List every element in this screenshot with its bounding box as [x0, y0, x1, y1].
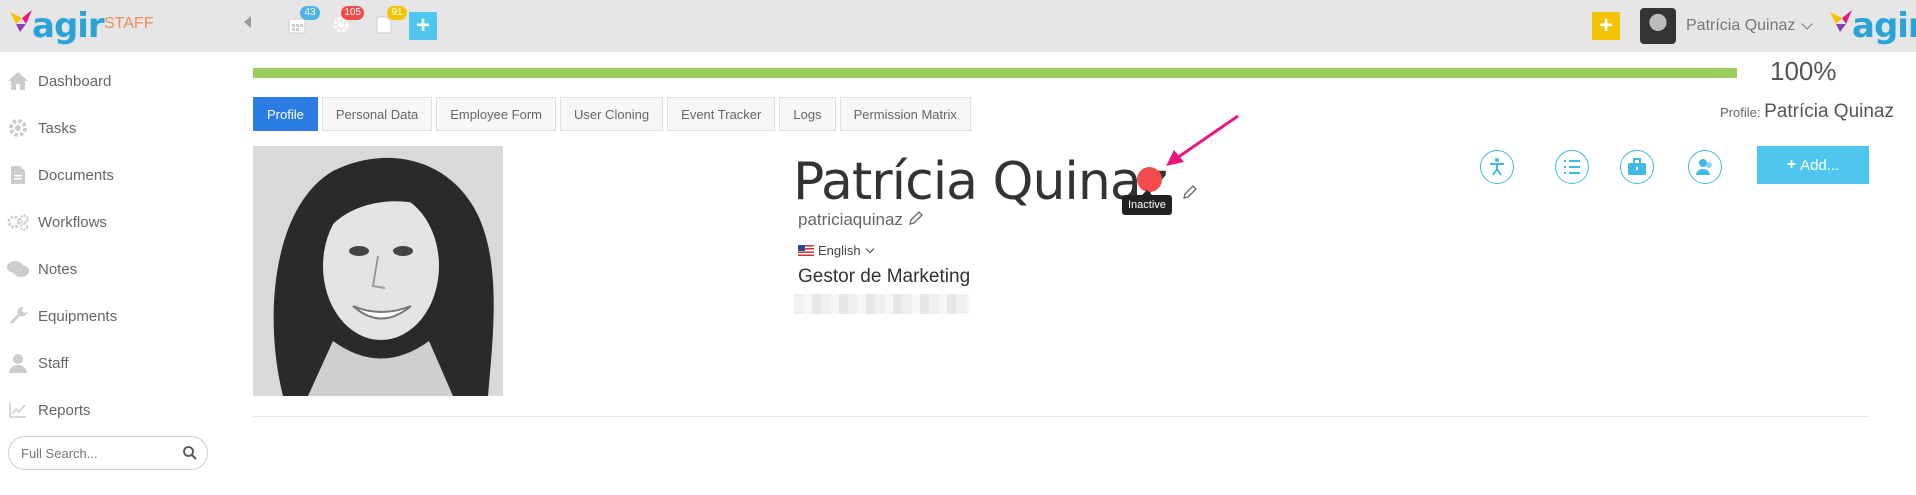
tab-permission-matrix[interactable]: Permission Matrix [839, 97, 971, 131]
list-button[interactable] [1555, 150, 1589, 184]
sidebar-item-label: Notes [38, 260, 78, 278]
search-input[interactable] [21, 445, 181, 461]
tab-event-tracker[interactable]: Event Tracker [667, 97, 776, 131]
plus-icon: + [415, 12, 430, 39]
settings-button[interactable]: 105 [330, 6, 364, 36]
calendar-button[interactable]: 43 [286, 6, 320, 36]
collapse-sidebar-icon[interactable] [244, 16, 251, 28]
sidebar-item-staff[interactable]: Staff [6, 350, 69, 376]
gear-icon [6, 117, 30, 139]
users-button[interactable] [1688, 150, 1722, 184]
section-label: STAFF [104, 15, 154, 32]
sidebar-item-reports[interactable]: Reports [6, 397, 91, 423]
create-button[interactable]: + [1592, 12, 1620, 40]
sidebar-item-label: Reports [38, 401, 91, 419]
add-button-label: Add... [1800, 156, 1840, 174]
settings-badge: 105 [341, 6, 364, 20]
annotation-arrow-icon [1166, 114, 1239, 166]
profile-caption: Profile: Patrícia Quinaz [1720, 101, 1894, 123]
profile-caption-name: Patrícia Quinaz [1764, 101, 1894, 122]
status-indicator[interactable] [1137, 167, 1162, 192]
document-icon [6, 164, 30, 186]
sidebar-item-label: Staff [38, 354, 69, 372]
profile-tabs: Profile Personal Data Employee Form User… [253, 97, 975, 131]
tab-user-cloning[interactable]: User Cloning [560, 97, 664, 131]
gears-icon [6, 211, 30, 233]
accessibility-icon [1490, 158, 1504, 176]
chevron-down-icon [865, 244, 874, 253]
profile-completion-bar [253, 68, 1737, 78]
wrench-icon [6, 305, 30, 327]
sidebar-item-documents[interactable]: Documents [6, 162, 114, 188]
sidebar-item-label: Documents [38, 166, 114, 184]
username: patriciaquinaz [798, 210, 923, 230]
quick-add-button[interactable]: + [409, 12, 437, 40]
sidebar-item-tasks[interactable]: Tasks [6, 115, 76, 141]
sidebar-item-label: Workflows [38, 213, 107, 231]
edit-username-icon[interactable] [909, 210, 923, 230]
profile-caption-prefix: Profile: [1720, 105, 1761, 120]
add-button[interactable]: + Add... [1757, 146, 1869, 184]
sidebar-item-notes[interactable]: Notes [6, 256, 77, 282]
user-name: Patrícia Quinaz [1686, 17, 1796, 34]
avatar [1640, 8, 1676, 44]
briefcase-button[interactable] [1620, 150, 1654, 184]
sidebar-item-label: Tasks [38, 119, 77, 137]
chevron-down-icon [1801, 17, 1814, 30]
job-title: Gestor de Marketing [798, 266, 971, 287]
profile-completion-label: 100% [1770, 56, 1837, 86]
logo-bird-icon [1830, 10, 1852, 32]
plus-icon: + [1598, 12, 1613, 39]
documents-badge: 91 [387, 6, 407, 20]
profile-completion-fill [253, 68, 1737, 78]
top-bar: agir STAFF 43 105 91 + + Patrícia Quinaz [0, 0, 1916, 52]
sidebar-item-label: Dashboard [38, 72, 112, 90]
sidebar: Dashboard Tasks Documents Workflows Note… [0, 52, 214, 495]
sidebar-item-equipments[interactable]: Equipments [6, 303, 117, 329]
user-menu[interactable]: Patrícia Quinaz [1640, 6, 1814, 46]
users-icon [1696, 159, 1712, 175]
calendar-badge: 43 [300, 6, 320, 20]
divider [253, 416, 1869, 417]
tab-employee-form[interactable]: Employee Form [436, 97, 556, 131]
us-flag-icon [798, 245, 814, 256]
brand-name: agir [1852, 6, 1916, 46]
status-tooltip: Inactive [1122, 190, 1172, 215]
sidebar-item-workflows[interactable]: Workflows [6, 209, 107, 235]
search-icon[interactable] [183, 446, 197, 465]
home-icon [6, 70, 30, 92]
profile-photo[interactable] [253, 146, 503, 396]
documents-button[interactable]: 91 [373, 6, 407, 36]
briefcase-icon [1628, 158, 1646, 175]
user-icon [6, 352, 30, 374]
plus-icon: + [1786, 156, 1797, 173]
language-label: English [818, 243, 861, 258]
employee-name-text: Patrícia Quinaz [793, 152, 1168, 212]
brand-logo-right[interactable]: agir [1828, 6, 1916, 46]
redacted-info [794, 294, 970, 314]
list-icon [1564, 160, 1580, 174]
chart-icon [6, 399, 30, 421]
full-search[interactable] [8, 436, 208, 470]
brand-name: agir [32, 6, 105, 46]
tab-profile[interactable]: Profile [253, 97, 318, 131]
profile-photo-image [253, 146, 503, 396]
accessibility-button[interactable] [1480, 150, 1514, 184]
tab-logs[interactable]: Logs [779, 97, 836, 131]
username-text: patriciaquinaz [798, 210, 903, 229]
sidebar-item-dashboard[interactable]: Dashboard [6, 68, 111, 94]
logo-bird-icon [10, 10, 32, 32]
tab-personal-data[interactable]: Personal Data [321, 97, 433, 131]
brand-logo[interactable]: agir [8, 6, 105, 46]
comments-icon [6, 258, 30, 280]
sidebar-item-label: Equipments [38, 307, 118, 325]
language-selector[interactable]: English [798, 243, 874, 258]
